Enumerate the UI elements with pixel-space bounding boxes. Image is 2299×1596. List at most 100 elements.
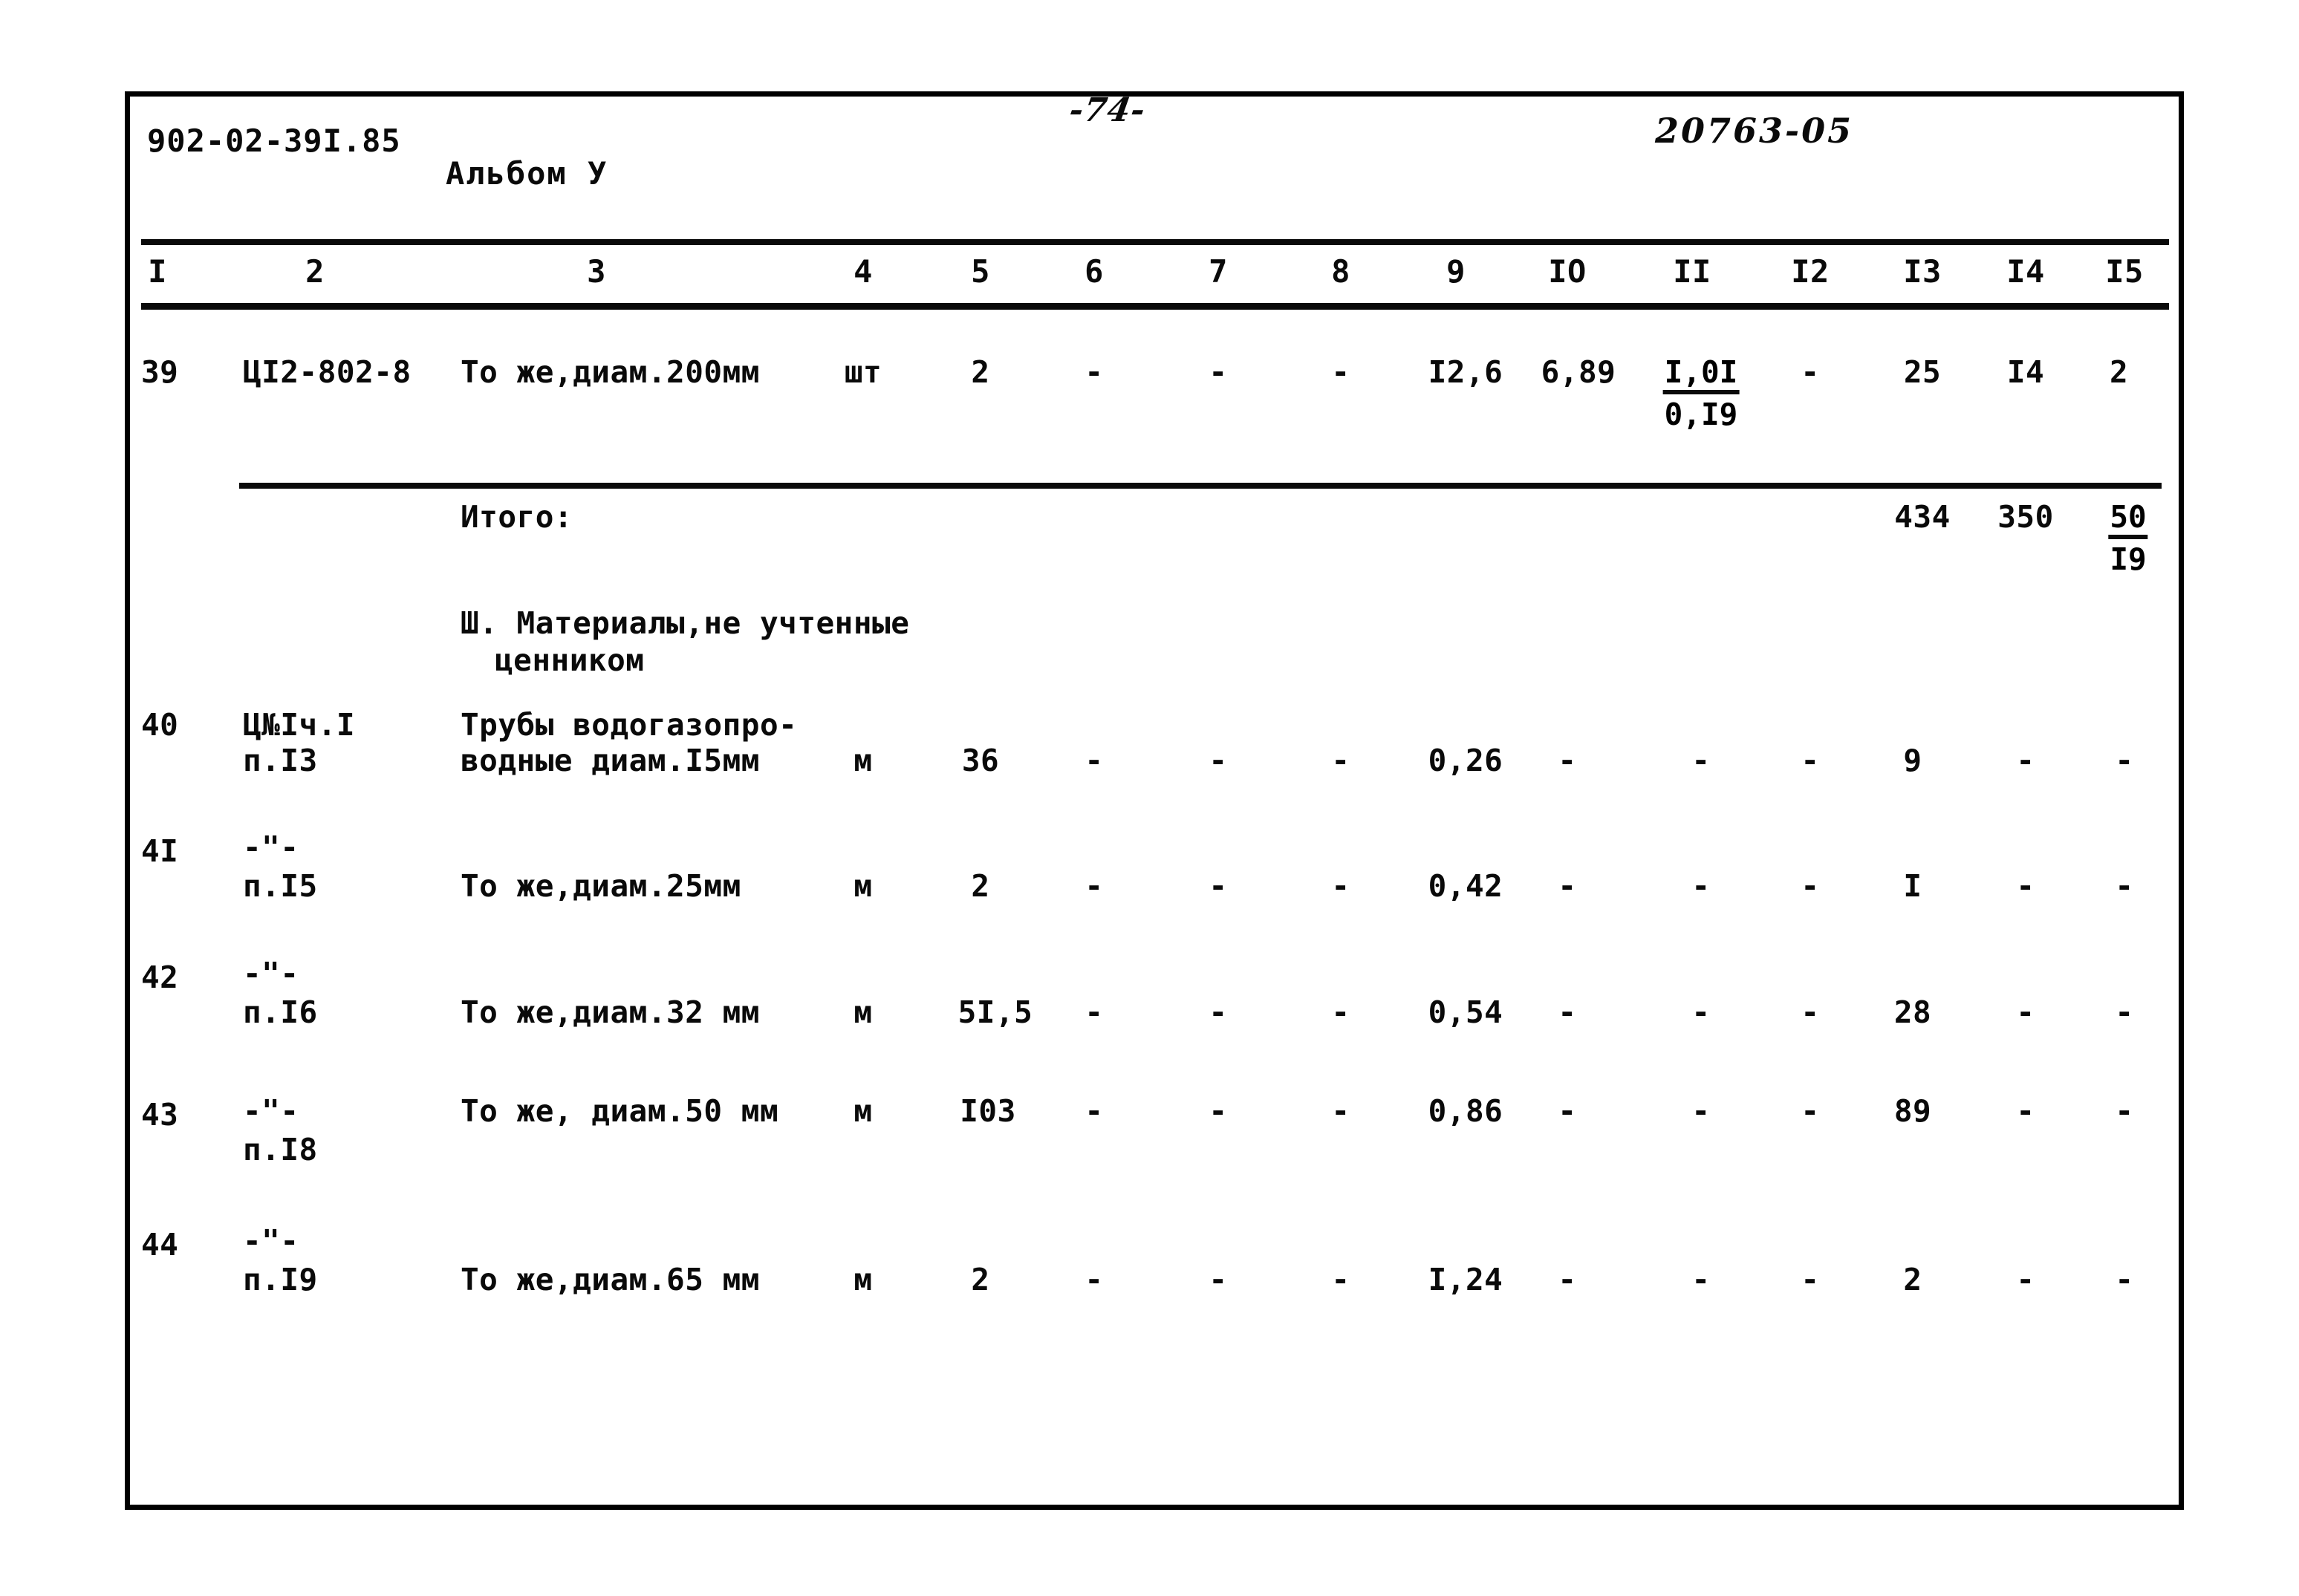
row-43-col14: - [2016,1093,2035,1129]
row-39-col8: - [1331,354,1350,390]
subtotal-col14: 350 [1997,499,2054,535]
row-42-qty: 5I,5 [957,994,1033,1030]
subtotal-label: Итого: [461,499,573,535]
page-number: -74- [1067,91,1148,129]
row-41-col13: I [1903,868,1922,904]
row-41-col8: - [1331,868,1350,904]
row-43-qty: I03 [960,1093,1016,1129]
row-44-col11: - [1691,1262,1711,1297]
row-42-code-line-1: -"- [243,956,299,991]
row-39-col9: I2,6 [1428,354,1503,390]
subtotal-separator-rule [239,483,2162,489]
row-39-col11-denominator: 0,I9 [1664,397,1738,433]
row-41-unit: м [853,868,873,904]
row-39-col15: 2 [2110,354,2129,390]
row-42-col11: - [1691,994,1711,1030]
row-44-col10: - [1558,1262,1577,1297]
row-44-col6: - [1085,1262,1104,1297]
row-39-col10: 6,89 [1541,354,1616,390]
row-39-col7: - [1209,354,1228,390]
row-39-description: То же,диам.200мм [461,354,760,390]
row-43-col8: - [1331,1093,1350,1129]
row-43-col9: 0,86 [1428,1093,1503,1129]
row-44-col14: - [2016,1262,2035,1297]
row-39-col6: - [1085,354,1104,390]
row-44-col15: - [2115,1262,2134,1297]
column-header-11: II [1673,253,1711,290]
row-43-col15: - [2115,1093,2134,1129]
row-42-col7: - [1209,994,1228,1030]
column-header-5: 5 [971,253,990,290]
row-42-col6: - [1085,994,1104,1030]
row-41-col7: - [1209,868,1228,904]
row-42-number: 42 [141,960,179,995]
row-40-code-line-1: Ц№Iч.I [243,707,356,743]
row-40-col6: - [1085,743,1104,778]
subtotal-col13: 434 [1894,499,1951,535]
row-41-desc-line-2: То же,диам.25мм [461,868,741,904]
row-44-col13: 2 [1903,1262,1922,1297]
row-43-desc-line-1: То же, диам.50 мм [461,1093,779,1129]
subtotal-col15-denominator: I9 [2110,541,2147,578]
row-40-col9: 0,26 [1428,743,1503,778]
row-40-col13: 9 [1903,743,1922,778]
row-41-number: 4I [141,833,179,869]
row-43-col10: - [1558,1093,1577,1129]
column-header-10: IO [1548,253,1587,290]
row-43-col6: - [1085,1093,1104,1129]
row-39-qty: 2 [971,354,990,390]
row-41-code-line-2: п.I5 [243,868,318,904]
row-41-code-line-1: -"- [243,830,299,865]
row-40-desc-line-2: водные диам.I5мм [461,743,760,778]
column-header-1: I [148,253,167,290]
row-42-col8: - [1331,994,1350,1030]
row-39-col12: - [1801,354,1820,390]
row-41-col11: - [1691,868,1711,904]
row-43-col7: - [1209,1093,1228,1129]
row-41-col6: - [1085,868,1104,904]
row-41-col15: - [2115,868,2134,904]
column-header-4: 4 [853,253,873,290]
album-label: Альбом У [446,155,608,192]
row-42-code-line-2: п.I6 [243,994,318,1030]
row-42-col13: 28 [1893,994,1932,1030]
column-header-13: I3 [1903,253,1942,290]
row-42-col9: 0,54 [1428,994,1503,1030]
row-40-code-line-2: п.I3 [243,743,318,778]
row-43-unit: м [853,1093,873,1129]
row-44-col8: - [1331,1262,1350,1297]
row-39-col11-fraction: I,0I 0,I9 [1662,356,1740,433]
table-header-bottom-rule [141,303,2169,310]
row-42-col10: - [1558,994,1577,1030]
row-44-code-line-2: п.I9 [243,1262,318,1297]
section-heading-line-2: ценником [495,642,645,678]
row-40-col14: - [2016,743,2035,778]
row-43-col12: - [1801,1093,1820,1129]
row-44-qty: 2 [971,1262,990,1297]
column-header-6: 6 [1085,253,1104,290]
row-41-col9: 0,42 [1428,868,1503,904]
column-header-9: 9 [1446,253,1466,290]
row-41-col12: - [1801,868,1820,904]
row-40-col12: - [1801,743,1820,778]
row-40-desc-line-1: Трубы водогазопро- [461,707,798,743]
row-41-col10: - [1558,868,1577,904]
row-41-qty: 2 [971,868,990,904]
column-header-15: I5 [2105,253,2144,290]
document-code: 902-02-39I.85 [147,123,401,159]
column-header-7: 7 [1209,253,1228,290]
column-header-2: 2 [305,253,325,290]
row-40-qty: 36 [961,743,1000,778]
row-43-col13: 89 [1893,1093,1932,1129]
row-41-col14: - [2016,868,2035,904]
row-44-number: 44 [141,1227,179,1263]
row-39-col13: 25 [1903,354,1942,390]
section-heading-line-1: Ш. Материалы,не учтенные [461,605,910,641]
row-44-col7: - [1209,1262,1228,1297]
column-header-8: 8 [1331,253,1350,290]
row-42-col15: - [2115,994,2134,1030]
row-43-code-line-1: -"- [243,1093,299,1129]
row-42-col12: - [1801,994,1820,1030]
row-43-number: 43 [141,1097,179,1133]
row-39-unit: шт [844,354,882,390]
